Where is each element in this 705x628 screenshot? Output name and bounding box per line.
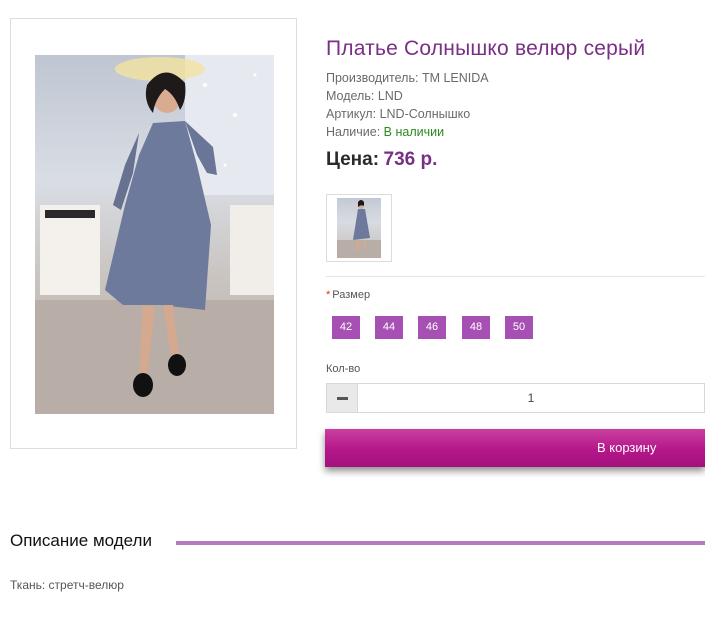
model-row: Модель: LND	[326, 89, 403, 103]
article-row: Артикул: LND-Солнышко	[326, 107, 470, 121]
manufacturer-link[interactable]: TM LENIDA	[422, 71, 489, 85]
availability-label: Наличие:	[326, 125, 381, 139]
options-divider	[326, 276, 705, 277]
price-label: Цена:	[326, 149, 380, 170]
quantity-input[interactable]: 1	[358, 383, 705, 413]
add-to-cart-button[interactable]: В корзину	[325, 429, 705, 467]
manufacturer-row: Производитель: TM LENIDA	[326, 71, 489, 85]
size-option-44[interactable]: 44	[375, 316, 403, 339]
main-product-photo-frame[interactable]	[10, 18, 297, 449]
price-value: 736 р.	[383, 149, 438, 170]
quantity-label: Кол-во	[326, 363, 361, 375]
price-row: Цена: 736 р.	[326, 149, 437, 171]
description-text: Ткань: стретч-велюр	[10, 578, 124, 592]
model-value: LND	[377, 89, 403, 103]
manufacturer-label: Производитель:	[326, 71, 419, 85]
availability-row: Наличие: В наличии	[326, 125, 444, 139]
required-mark: *	[326, 289, 331, 301]
article-label: Артикул:	[326, 107, 377, 121]
size-option-42[interactable]: 42	[332, 316, 360, 339]
article-value: LND-Солнышко	[379, 107, 471, 121]
description-heading: Описание модели	[10, 531, 152, 550]
minus-icon	[337, 397, 348, 400]
model-label: Модель:	[326, 89, 375, 103]
size-option-46[interactable]: 46	[418, 316, 446, 339]
quantity-decrement-button[interactable]	[326, 383, 358, 413]
size-label-text: Размер	[332, 289, 371, 301]
availability-status: В наличии	[383, 125, 445, 139]
main-product-photo[interactable]	[35, 55, 274, 414]
description-heading-line	[176, 541, 705, 545]
add-to-cart-label: В корзину	[597, 440, 657, 455]
product-title: Платье Солнышко велюр серый	[326, 37, 646, 60]
size-option-48[interactable]: 48	[462, 316, 490, 339]
product-thumbnail[interactable]	[326, 194, 392, 262]
size-option-50[interactable]: 50	[505, 316, 533, 339]
thumbnail-image	[337, 198, 381, 258]
size-label: * Размер	[326, 289, 370, 301]
